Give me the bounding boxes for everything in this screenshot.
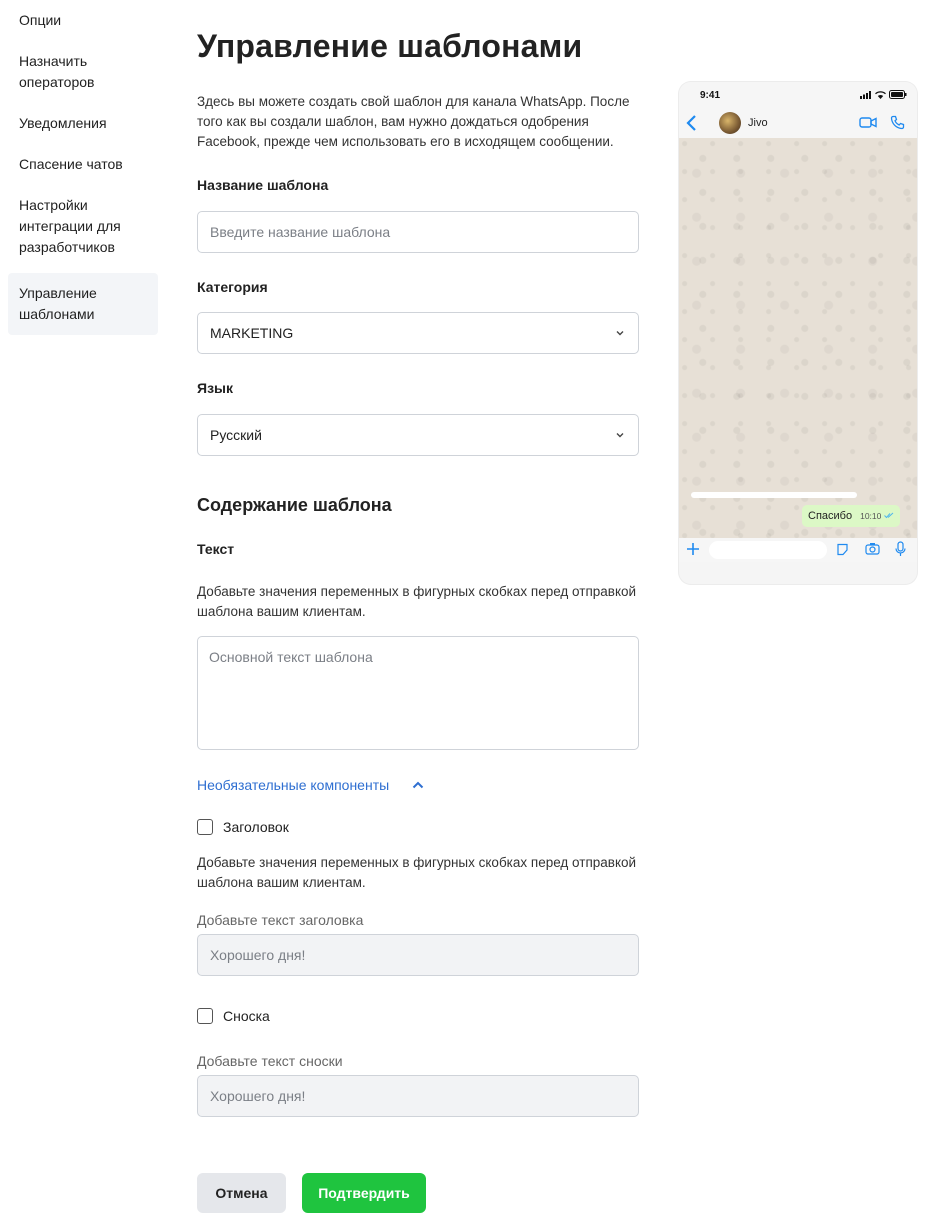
- whatsapp-preview: 9:41 Jivo Спасибо 10:10: [679, 82, 917, 584]
- optional-components-toggle[interactable]: Необязательные компоненты: [197, 777, 425, 793]
- avatar: [719, 112, 741, 134]
- footer-field-label: Добавьте текст сноски: [197, 1053, 343, 1069]
- header-checkbox-row[interactable]: Заголовок: [197, 819, 289, 835]
- body-text-area[interactable]: Основной текст шаблона: [197, 636, 639, 750]
- chat-header: Jivo: [679, 108, 917, 138]
- chevron-down-icon: [616, 433, 624, 438]
- wifi-icon: [875, 90, 886, 99]
- optional-components-label: Необязательные компоненты: [197, 777, 390, 793]
- camera-icon[interactable]: [865, 542, 880, 555]
- content-section-title: Содержание шаблона: [197, 495, 392, 515]
- footer-checkbox[interactable]: [197, 1008, 213, 1024]
- template-name-input[interactable]: Введите название шаблона: [197, 211, 639, 253]
- sidebar-item-assign-operators[interactable]: Назначить операторов: [8, 41, 158, 103]
- chevron-up-icon: [412, 781, 424, 789]
- chevron-down-icon: [616, 331, 624, 336]
- header-checkbox-label: Заголовок: [223, 819, 289, 835]
- chat-input-bar: [679, 538, 917, 562]
- header-text-input[interactable]: Хорошего дня!: [197, 934, 639, 976]
- language-label: Язык: [197, 380, 233, 396]
- footer-checkbox-row[interactable]: Сноска: [197, 1008, 270, 1024]
- language-select[interactable]: Русский: [197, 414, 639, 456]
- back-icon[interactable]: [685, 114, 699, 132]
- category-label: Категория: [197, 279, 268, 295]
- header-checkbox[interactable]: [197, 819, 213, 835]
- footer-text-input[interactable]: Хорошего дня!: [197, 1075, 639, 1117]
- sidebar-item-developer-integration[interactable]: Настройки интеграции для разработчиков: [8, 185, 158, 268]
- message-bubble: Спасибо 10:10: [802, 505, 900, 527]
- message-text: Спасибо: [808, 510, 853, 522]
- message-input[interactable]: [709, 541, 827, 559]
- status-icons: [860, 90, 907, 99]
- confirm-button[interactable]: Подтвердить: [302, 1173, 426, 1213]
- category-select[interactable]: MARKETING: [197, 312, 639, 354]
- phone-icon[interactable]: [890, 115, 905, 130]
- text-help: Добавьте значения переменных в фигурных …: [197, 584, 637, 619]
- cancel-button[interactable]: Отмена: [197, 1173, 286, 1213]
- battery-icon: [889, 90, 907, 99]
- message-placeholder-bar: [691, 492, 857, 498]
- template-name-label: Название шаблона: [197, 177, 329, 193]
- mic-icon[interactable]: [895, 541, 906, 557]
- header-help: Добавьте значения переменных в фигурных …: [197, 855, 637, 890]
- signal-icon: [860, 90, 871, 99]
- page-title: Управление шаблонами: [197, 28, 583, 64]
- video-icon[interactable]: [859, 116, 877, 129]
- sticker-icon[interactable]: [836, 543, 849, 556]
- language-value: Русский: [210, 427, 262, 443]
- intro-text: Здесь вы можете создать свой шаблон для …: [197, 94, 630, 149]
- plus-icon[interactable]: [686, 542, 700, 556]
- sidebar-item-notifications[interactable]: Уведомления: [8, 103, 158, 144]
- footer-checkbox-label: Сноска: [223, 1008, 270, 1024]
- read-check-icon: [883, 512, 894, 519]
- message-time: 10:10: [860, 511, 894, 521]
- header-field-label: Добавьте текст заголовка: [197, 912, 364, 928]
- phone-status-bar: 9:41: [679, 82, 917, 108]
- text-label: Текст: [197, 541, 235, 557]
- sidebar-item-template-management[interactable]: Управление шаблонами: [8, 273, 158, 335]
- chat-background: Спасибо 10:10: [679, 138, 917, 538]
- contact-name: Jivo: [748, 117, 768, 129]
- sidebar-item-options[interactable]: Опции: [8, 0, 158, 41]
- sidebar-item-chat-rescue[interactable]: Спасение чатов: [8, 144, 158, 185]
- category-value: MARKETING: [210, 325, 294, 341]
- status-time: 9:41: [700, 90, 721, 101]
